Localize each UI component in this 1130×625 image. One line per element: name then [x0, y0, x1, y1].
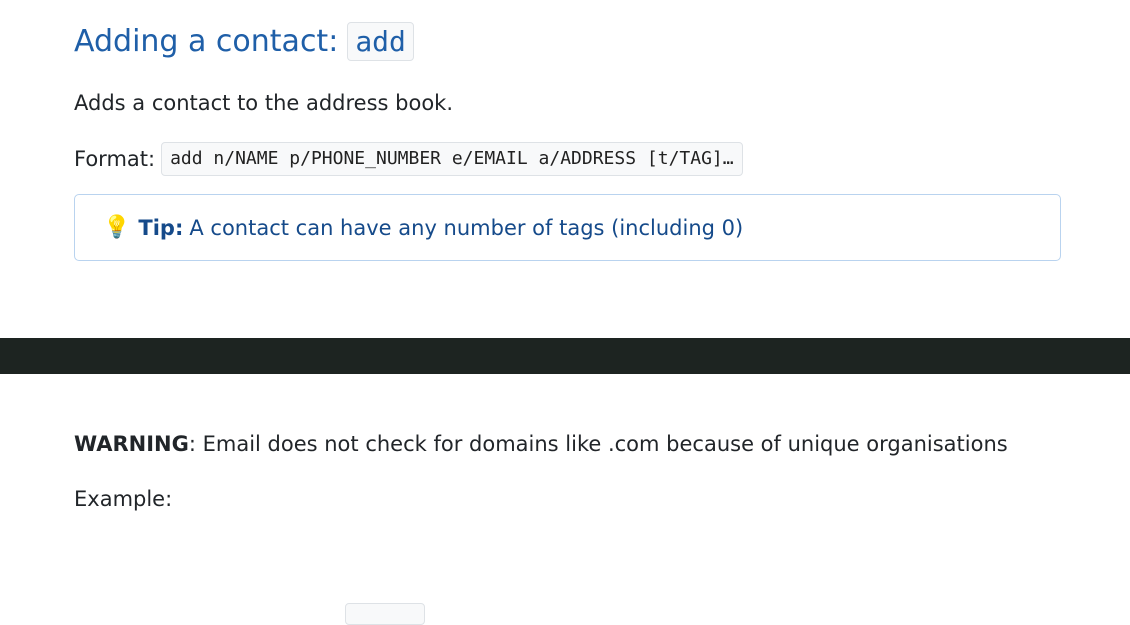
dark-divider-band [0, 338, 1130, 374]
tip-text: A contact can have any number of tags (i… [189, 215, 744, 240]
section-heading: Adding a contact: add [74, 22, 414, 61]
example-label: Example: [74, 487, 173, 511]
command-description: Adds a contact to the address book. [74, 91, 454, 115]
warning-label: WARNING [74, 432, 189, 456]
format-label: Format: [74, 147, 156, 171]
format-line: Format: add n/NAME p/PHONE_NUMBER e/EMAI… [74, 142, 743, 176]
format-code: add n/NAME p/PHONE_NUMBER e/EMAIL a/ADDR… [161, 142, 743, 176]
heading-command-code: add [347, 22, 414, 61]
heading-text: Adding a contact: [74, 24, 339, 59]
warning-line: WARNING: Email does not check for domain… [74, 430, 1008, 458]
warning-text: : Email does not check for domains like … [188, 432, 1008, 456]
cut-off-code-chip [345, 603, 425, 625]
tip-callout: 💡 Tip: A contact can have any number of … [74, 194, 1061, 261]
lightbulb-icon: 💡 [103, 215, 131, 240]
tip-label: Tip: [138, 215, 184, 240]
